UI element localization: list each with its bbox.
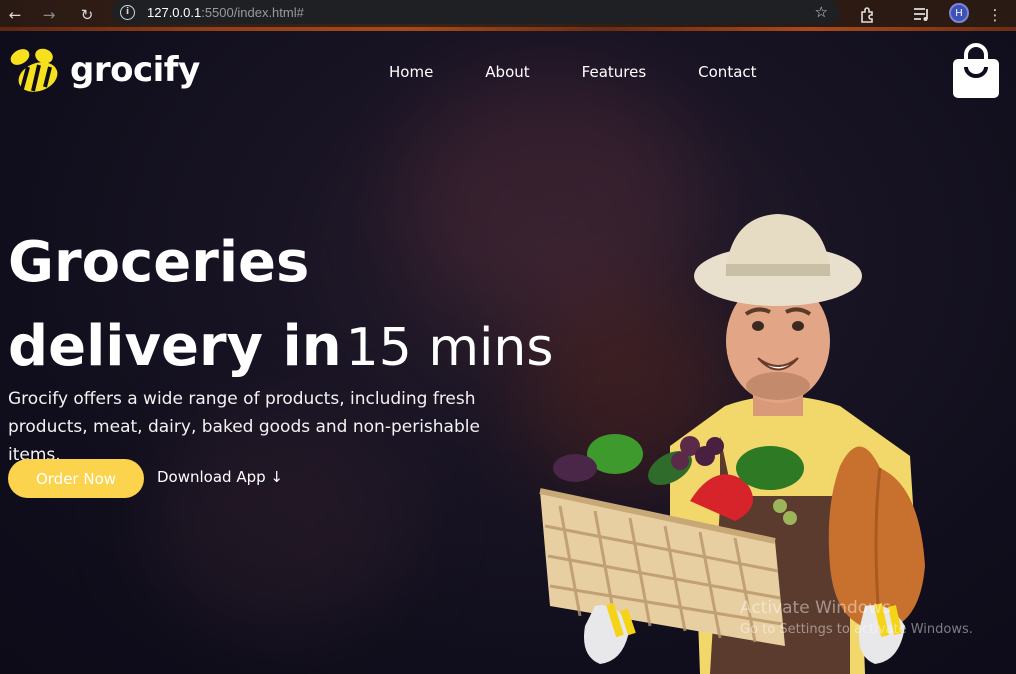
order-now-button[interactable]: Order Now xyxy=(8,459,144,498)
activate-windows-watermark: Activate Windows Go to Settings to activ… xyxy=(740,598,973,637)
url-path: :5500/index.html# xyxy=(201,4,304,20)
hero-title-line2-bold: delivery in xyxy=(8,314,342,379)
landing-page: grocify Home About Features Contact Groc… xyxy=(0,31,1016,674)
browser-toolbar: ← → ↻ i 127.0.0.1:5500/index.html# ☆ H ⋮ xyxy=(0,0,1016,31)
watermark-line2: Go to Settings to activate Windows. xyxy=(740,622,973,637)
url-host: 127.0.0.1 xyxy=(147,4,202,20)
logo-bee-icon xyxy=(10,48,58,92)
main-nav: Home About Features Contact xyxy=(389,63,809,81)
nav-contact[interactable]: Contact xyxy=(698,63,756,81)
url-text[interactable]: 127.0.0.1:5500/index.html# xyxy=(147,5,304,20)
profile-avatar[interactable]: H xyxy=(949,3,969,23)
brand-logo[interactable]: grocify xyxy=(8,45,200,95)
info-icon[interactable]: i xyxy=(120,4,135,20)
star-icon[interactable]: ☆ xyxy=(815,3,828,21)
media-icon[interactable] xyxy=(912,6,932,24)
forward-arrow-icon[interactable]: → xyxy=(37,3,61,27)
reload-icon[interactable]: ↻ xyxy=(75,3,99,27)
extensions-icon[interactable] xyxy=(858,5,878,25)
shopping-bag-icon[interactable] xyxy=(952,41,1000,99)
download-app-link[interactable]: Download App ↓ xyxy=(157,468,283,486)
brand-name: grocify xyxy=(70,50,200,90)
menu-dots-icon[interactable]: ⋮ xyxy=(983,3,1007,27)
address-bar[interactable]: i 127.0.0.1:5500/index.html# ☆ xyxy=(112,0,840,24)
nav-home[interactable]: Home xyxy=(389,63,433,81)
hero-title-line1: Groceries xyxy=(8,230,310,295)
nav-features[interactable]: Features xyxy=(582,63,647,81)
watermark-line1: Activate Windows xyxy=(740,598,891,618)
nav-about[interactable]: About xyxy=(485,63,529,81)
hero-description: Grocify offers a wide range of products,… xyxy=(8,389,480,465)
back-arrow-icon[interactable]: ← xyxy=(3,3,27,27)
hero-title: Groceries delivery in15 mins xyxy=(8,221,553,396)
